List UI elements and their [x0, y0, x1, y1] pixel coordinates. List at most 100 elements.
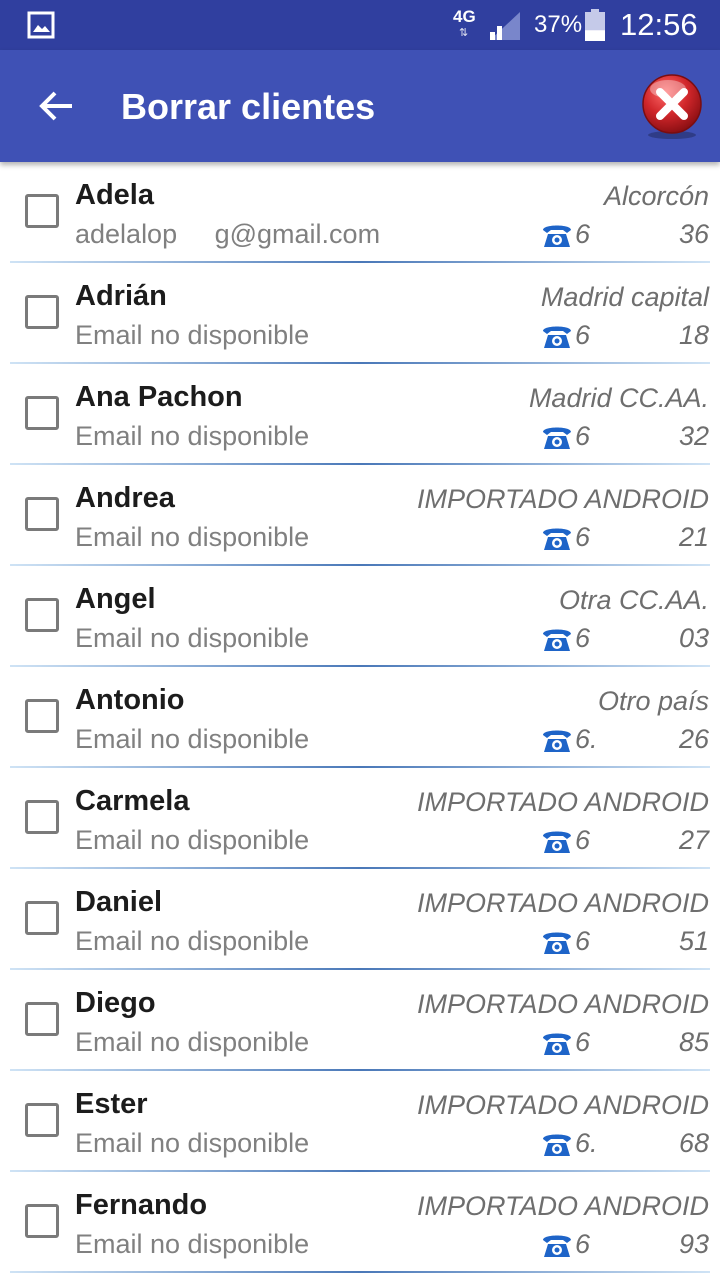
phone-icon	[543, 1235, 571, 1257]
back-button[interactable]	[22, 72, 90, 140]
client-email: Email no disponible	[75, 1229, 310, 1259]
select-checkbox[interactable]	[25, 396, 59, 430]
client-name: Ester	[75, 1088, 148, 1120]
client-region: IMPORTADO ANDROID	[416, 888, 709, 918]
phone-prefix: 6	[575, 522, 591, 552]
select-checkbox[interactable]	[25, 1103, 59, 1137]
row-divider	[10, 1271, 710, 1273]
phone-suffix: 93	[678, 1229, 709, 1259]
client-name: Ana Pachon	[75, 381, 243, 413]
client-region: Otro país	[597, 686, 709, 716]
client-row-4[interactable]: Andrea Email no disponible IMPORTADO AND…	[0, 465, 720, 566]
client-region: IMPORTADO ANDROID	[416, 787, 709, 817]
phone-prefix: 6	[575, 623, 591, 653]
select-checkbox[interactable]	[25, 598, 59, 632]
client-row-11[interactable]: Fernando Email no disponible IMPORTADO A…	[0, 1172, 720, 1273]
client-email: Email no disponible	[75, 320, 310, 350]
client-email: Email no disponible	[75, 1027, 310, 1057]
client-email: Email no disponible	[75, 724, 310, 754]
client-region: IMPORTADO ANDROID	[416, 989, 709, 1019]
select-checkbox[interactable]	[25, 699, 59, 733]
app-bar: Borrar clientes	[0, 50, 720, 162]
arrow-back-icon	[39, 91, 72, 121]
phone-prefix: 6	[575, 825, 591, 855]
phone-suffix: 68	[678, 1128, 709, 1158]
phone-suffix: 26	[678, 724, 709, 754]
client-name: Angel	[75, 583, 156, 615]
phone-icon	[543, 427, 571, 449]
client-row-9[interactable]: Diego Email no disponible IMPORTADO ANDR…	[0, 970, 720, 1071]
client-region: IMPORTADO ANDROID	[416, 484, 709, 514]
phone-prefix: 6.	[575, 1128, 598, 1158]
phone-prefix: 6.	[575, 724, 598, 754]
phone-suffix: 18	[678, 320, 709, 350]
phone-icon	[543, 1033, 571, 1055]
client-list: Adela adelalop g@gmail.com Alcorcón 6 36…	[0, 162, 720, 1280]
client-email: Email no disponible	[75, 623, 310, 653]
client-name: Adela	[75, 179, 154, 211]
select-checkbox[interactable]	[25, 497, 59, 531]
phone-icon	[543, 528, 571, 550]
select-checkbox[interactable]	[25, 194, 59, 228]
client-row-6[interactable]: Antonio Email no disponible Otro país 6.…	[0, 667, 720, 768]
phone-icon	[543, 629, 571, 651]
gallery-icon	[27, 11, 55, 39]
client-email: Email no disponible	[75, 825, 310, 855]
client-region: IMPORTADO ANDROID	[416, 1191, 709, 1221]
close-button[interactable]	[638, 73, 706, 141]
phone-prefix: 6	[575, 926, 591, 956]
phone-suffix: 85	[678, 1027, 709, 1057]
phone-prefix: 6	[575, 320, 591, 350]
client-row-1[interactable]: Adela adelalop g@gmail.com Alcorcón 6 36	[0, 162, 720, 263]
phone-suffix: 32	[678, 421, 709, 451]
client-row-8[interactable]: Daniel Email no disponible IMPORTADO AND…	[0, 869, 720, 970]
signal-icon	[490, 12, 520, 40]
client-email: adelalop g@gmail.com	[75, 219, 381, 249]
client-name: Carmela	[75, 785, 190, 817]
client-region: Otra CC.AA.	[558, 585, 709, 615]
client-name: Antonio	[75, 684, 185, 716]
select-checkbox[interactable]	[25, 1204, 59, 1238]
phone-prefix: 6	[575, 421, 591, 451]
client-row-2[interactable]: Adrián Email no disponible Madrid capita…	[0, 263, 720, 364]
phone-icon	[543, 326, 571, 348]
client-email: Email no disponible	[75, 421, 310, 451]
clock: 12:56	[620, 7, 698, 42]
phone-prefix: 6	[575, 1229, 591, 1259]
page-title: Borrar clientes	[121, 86, 376, 127]
data-arrows-icon: ⇅	[459, 27, 469, 39]
client-name: Andrea	[75, 482, 175, 514]
client-email: Email no disponible	[75, 1128, 310, 1158]
phone-prefix: 6	[575, 219, 591, 249]
network-indicator: 4G ⇅	[453, 8, 483, 42]
network-type: 4G	[453, 7, 476, 26]
select-checkbox[interactable]	[25, 1002, 59, 1036]
phone-icon	[543, 225, 571, 247]
client-email: Email no disponible	[75, 926, 310, 956]
client-name: Daniel	[75, 886, 163, 918]
select-checkbox[interactable]	[25, 901, 59, 935]
phone-icon	[543, 831, 571, 853]
client-row-3[interactable]: Ana Pachon Email no disponible Madrid CC…	[0, 364, 720, 465]
phone-icon	[543, 1134, 571, 1156]
phone-prefix: 6	[575, 1027, 591, 1057]
client-name: Diego	[75, 987, 156, 1019]
client-email: Email no disponible	[75, 522, 310, 552]
client-region: Madrid capital	[540, 282, 709, 312]
select-checkbox[interactable]	[25, 800, 59, 834]
client-region: IMPORTADO ANDROID	[416, 1090, 709, 1120]
client-name: Adrián	[75, 280, 167, 312]
close-icon	[642, 74, 702, 139]
phone-icon	[543, 932, 571, 954]
client-row-7[interactable]: Carmela Email no disponible IMPORTADO AN…	[0, 768, 720, 869]
battery-percent: 37%	[534, 11, 583, 38]
select-checkbox[interactable]	[25, 295, 59, 329]
client-region: Alcorcón	[603, 181, 709, 211]
client-name: Fernando	[75, 1189, 208, 1221]
client-row-5[interactable]: Angel Email no disponible Otra CC.AA. 6 …	[0, 566, 720, 667]
phone-suffix: 21	[678, 522, 709, 552]
client-row-10[interactable]: Ester Email no disponible IMPORTADO ANDR…	[0, 1071, 720, 1172]
phone-suffix: 03	[678, 623, 709, 653]
phone-icon	[543, 730, 571, 752]
status-bar: 4G ⇅ 37% 12:56	[0, 0, 720, 50]
